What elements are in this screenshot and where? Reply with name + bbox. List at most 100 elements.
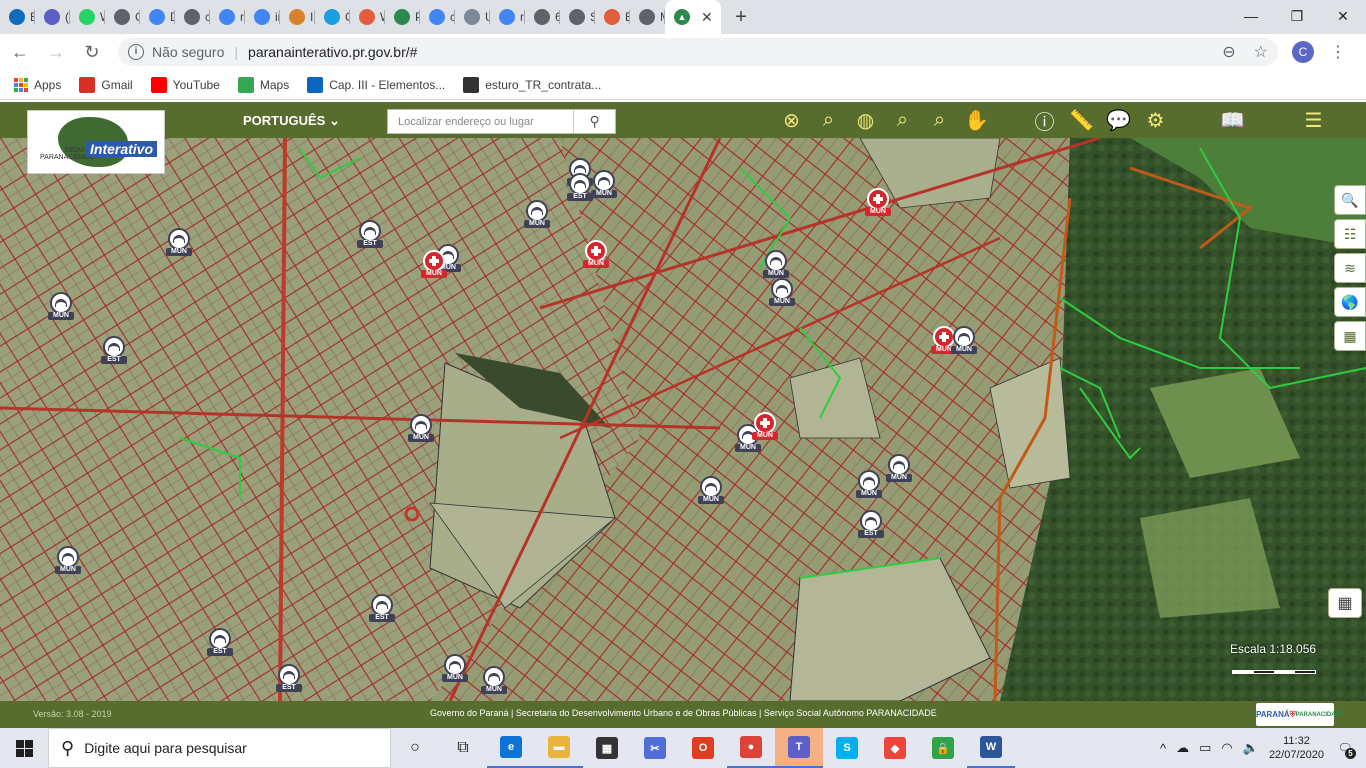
- browser-tab[interactable]: Usc: [455, 0, 490, 34]
- school-marker[interactable]: MUN: [481, 666, 507, 696]
- school-marker[interactable]: EST: [276, 664, 302, 694]
- browser-tab[interactable]: rea: [490, 0, 525, 34]
- profile-avatar[interactable]: C: [1292, 41, 1314, 63]
- browser-tab[interactable]: Mi: [630, 0, 665, 34]
- school-marker[interactable]: EST: [357, 220, 383, 250]
- minimize-icon[interactable]: —: [1228, 0, 1274, 32]
- health-unit-marker[interactable]: MUN: [865, 188, 891, 218]
- school-marker[interactable]: MUN: [591, 170, 617, 200]
- school-marker[interactable]: MUN: [48, 292, 74, 322]
- browser-tab[interactable]: Pro: [385, 0, 420, 34]
- info-icon[interactable]: ⓘ: [1026, 106, 1063, 134]
- zoom-extent-icon[interactable]: ⊗: [773, 106, 810, 134]
- onedrive-icon[interactable]: ☁: [1176, 740, 1189, 756]
- world-map-icon[interactable]: 🌎: [1334, 287, 1366, 317]
- browser-menu-icon[interactable]: ⋮: [1330, 42, 1346, 62]
- wifi-icon[interactable]: ◠: [1221, 740, 1232, 756]
- info-icon[interactable]: i: [128, 44, 144, 60]
- school-marker[interactable]: MUN: [856, 470, 882, 500]
- health-unit-marker[interactable]: MUN: [421, 250, 447, 280]
- bookmark-star-icon[interactable]: ☆: [1254, 42, 1268, 62]
- pan-hand-icon[interactable]: ✋: [958, 106, 995, 134]
- menu-icon[interactable]: ☰: [1295, 106, 1332, 134]
- school-marker[interactable]: MUN: [769, 278, 795, 308]
- health-unit-marker[interactable]: MUN: [583, 240, 609, 270]
- magnifier-icon[interactable]: 🔍: [1334, 185, 1366, 215]
- photo-icon[interactable]: ▦: [1334, 321, 1366, 351]
- browser-tab[interactable]: ima: [245, 0, 280, 34]
- school-marker[interactable]: MUN: [886, 454, 912, 484]
- office-taskbar-button[interactable]: O: [679, 728, 727, 768]
- notifications-button[interactable]: 🗨 5: [1334, 737, 1356, 759]
- school-marker[interactable]: EST: [207, 628, 233, 658]
- back-button[interactable]: ←: [4, 36, 36, 68]
- school-marker[interactable]: EST: [567, 173, 593, 203]
- search-button[interactable]: ⚲: [573, 110, 615, 133]
- tray-expand-icon[interactable]: ^: [1160, 741, 1166, 756]
- school-marker[interactable]: EST: [101, 336, 127, 366]
- browser-tab[interactable]: 670: [525, 0, 560, 34]
- measure-ruler-icon[interactable]: 📏: [1063, 106, 1100, 134]
- school-marker[interactable]: MUN: [442, 654, 468, 684]
- school-marker[interactable]: EST: [858, 510, 884, 540]
- legend-book-icon[interactable]: 📖: [1214, 106, 1251, 134]
- location-search-input[interactable]: [388, 110, 574, 133]
- bookmark-item[interactable]: Apps: [14, 77, 61, 92]
- layers-list-icon[interactable]: ☷: [1334, 219, 1366, 249]
- health-unit-marker[interactable]: MUN: [752, 412, 778, 442]
- edge-taskbar-button[interactable]: e: [487, 728, 535, 768]
- language-selector[interactable]: PORTUGUÊS ⌄: [243, 113, 340, 129]
- bookmark-item[interactable]: esturo_TR_contrata...: [463, 76, 601, 93]
- school-marker[interactable]: MUN: [698, 476, 724, 506]
- basemap-layers-icon[interactable]: ≋: [1334, 253, 1366, 283]
- school-marker[interactable]: MUN: [763, 250, 789, 280]
- globe-icon[interactable]: ◍: [847, 106, 884, 134]
- bookmark-item[interactable]: Cap. III - Elementos...: [307, 76, 445, 93]
- anydesk-taskbar-button[interactable]: ◆: [871, 728, 919, 768]
- skype-taskbar-button[interactable]: S: [823, 728, 871, 768]
- vpn-lock-taskbar-button[interactable]: 🔒: [919, 728, 967, 768]
- map-view[interactable]: MUNMUNESTMUNMUNESTMUNMUNMUNMUNMUNMUNMUNE…: [0, 138, 1366, 701]
- browser-tab[interactable]: Est: [595, 0, 630, 34]
- restore-icon[interactable]: ❐: [1274, 0, 1320, 32]
- browser-tab[interactable]: car: [175, 0, 210, 34]
- settings-gears-icon[interactable]: ⚙: [1137, 106, 1174, 134]
- taskbar-search[interactable]: ⚲ Digite aqui para pesquisar: [48, 728, 391, 768]
- task-view-taskbar-button[interactable]: ⧉: [439, 728, 487, 768]
- cortana-taskbar-button[interactable]: ○: [391, 728, 439, 768]
- forward-button[interactable]: →: [40, 36, 72, 68]
- chrome-taskbar-button[interactable]: ●: [727, 728, 775, 768]
- new-tab-button[interactable]: +: [727, 0, 755, 34]
- browser-tab[interactable]: (1): [35, 0, 70, 34]
- school-marker[interactable]: MUN: [951, 326, 977, 356]
- url-text[interactable]: paranainterativo.pr.gov.br/#: [248, 44, 417, 60]
- battery-icon[interactable]: ▭: [1199, 740, 1211, 756]
- browser-tab[interactable]: GE: [105, 0, 140, 34]
- close-tab-icon[interactable]: ✕: [701, 9, 713, 26]
- zoom-next-icon[interactable]: ⌕: [921, 106, 958, 134]
- active-tab[interactable]: ▲ ✕: [665, 0, 721, 34]
- school-marker[interactable]: MUN: [166, 228, 192, 258]
- zoom-in-icon[interactable]: ⌕: [810, 106, 847, 134]
- browser-tab[interactable]: Em: [0, 0, 35, 34]
- snipping-taskbar-button[interactable]: ✂: [631, 728, 679, 768]
- browser-tab[interactable]: Slic: [560, 0, 595, 34]
- bookmark-item[interactable]: Maps: [237, 76, 289, 93]
- clock[interactable]: 11:32 22/07/2020: [1269, 734, 1324, 762]
- teams-taskbar-button[interactable]: T: [775, 728, 823, 768]
- store-taskbar-button[interactable]: ▦: [583, 728, 631, 768]
- browser-tab[interactable]: res: [210, 0, 245, 34]
- bookmark-item[interactable]: YouTube: [150, 76, 220, 93]
- start-button[interactable]: [0, 728, 48, 768]
- zoom-previous-icon[interactable]: ⌕: [884, 106, 921, 134]
- paranainterativo-logo[interactable]: SEDU PARANACIDADE Interativo: [27, 110, 165, 174]
- school-marker[interactable]: MUN: [55, 546, 81, 576]
- volume-icon[interactable]: 🔈: [1243, 740, 1259, 756]
- browser-tab[interactable]: Ima: [280, 0, 315, 34]
- school-marker[interactable]: MUN: [408, 414, 434, 444]
- reload-button[interactable]: ↻: [76, 36, 108, 68]
- close-window-icon[interactable]: ✕: [1320, 0, 1366, 32]
- attribute-table-button[interactable]: ▦: [1328, 588, 1362, 618]
- school-marker[interactable]: MUN: [524, 200, 550, 230]
- zoom-icon[interactable]: ⊖: [1222, 42, 1235, 62]
